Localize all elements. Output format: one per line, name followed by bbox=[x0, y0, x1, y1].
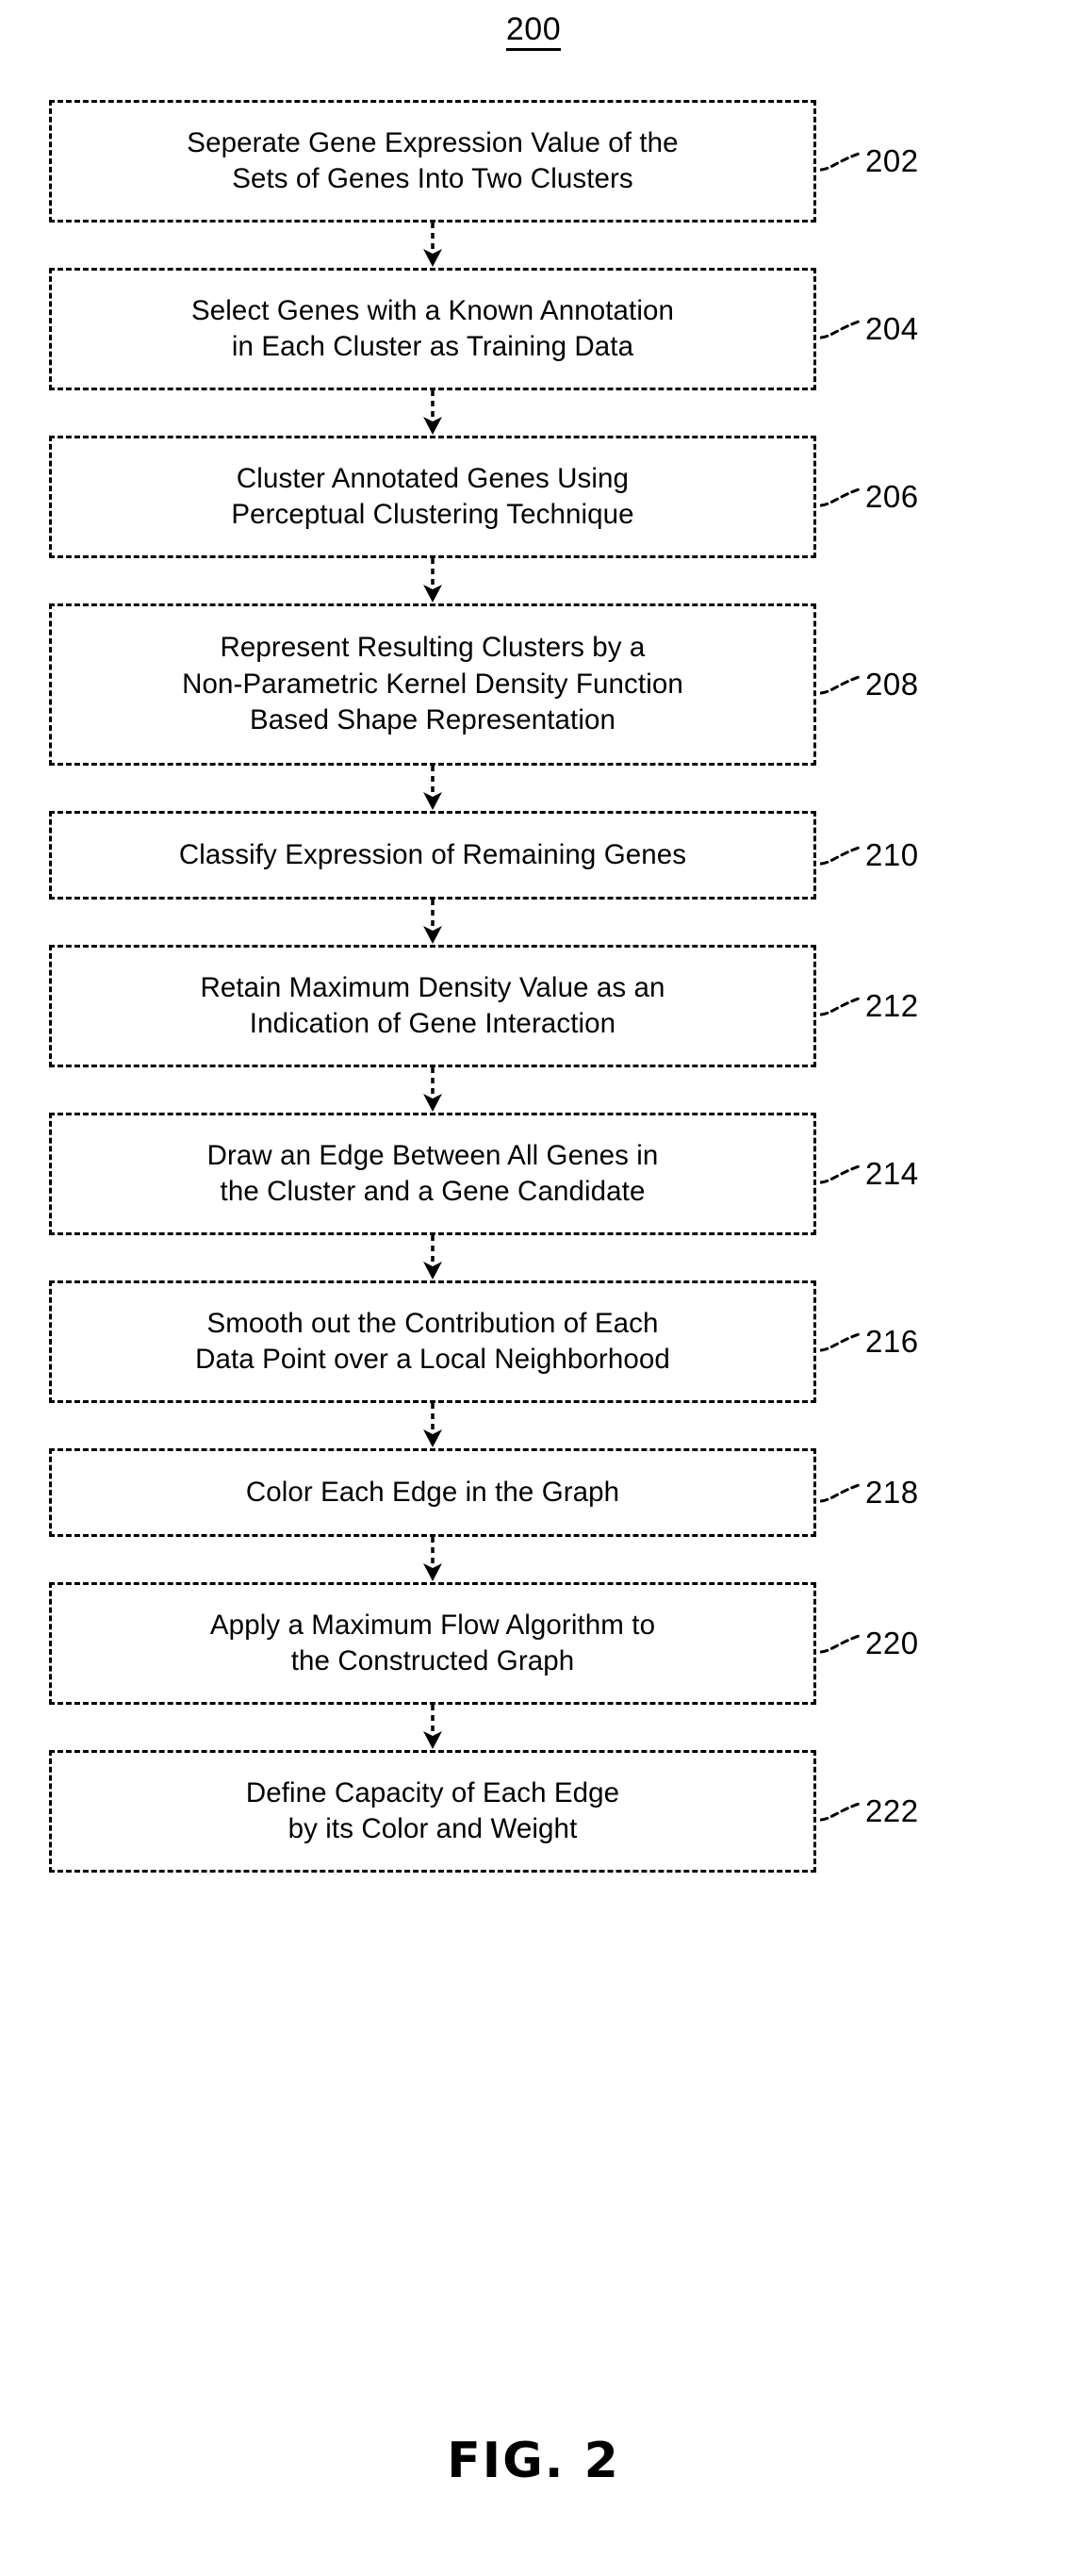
figure-caption-label: FIG. 2 bbox=[447, 2433, 620, 2489]
flow-step-box[interactable]: Seperate Gene Expression Value of the Se… bbox=[49, 100, 816, 223]
flow-step-reference: 222 bbox=[820, 1795, 919, 1827]
leader-line-icon bbox=[820, 839, 863, 871]
diagram-reference-number: 200 bbox=[0, 12, 1067, 51]
flow-step: Select Genes with a Known Annotation in … bbox=[49, 268, 918, 390]
leader-line-icon bbox=[820, 1326, 863, 1358]
leader-line-icon bbox=[820, 145, 863, 177]
flow-step-box[interactable]: Cluster Annotated Genes Using Perceptual… bbox=[49, 436, 816, 558]
leader-line-icon bbox=[820, 481, 863, 513]
flowchart: Seperate Gene Expression Value of the Se… bbox=[49, 100, 918, 1873]
flow-step-label: Smooth out the Contribution of Each Data… bbox=[195, 1307, 670, 1375]
flow-step-reference: 218 bbox=[820, 1477, 919, 1509]
flow-step-box[interactable]: Retain Maximum Density Value as an Indic… bbox=[49, 945, 816, 1067]
leader-line-icon bbox=[820, 990, 863, 1022]
flow-step-reference-number: 216 bbox=[865, 1323, 919, 1359]
flow-step-box[interactable]: Apply a Maximum Flow Algorithm to the Co… bbox=[49, 1582, 816, 1705]
flow-step: Seperate Gene Expression Value of the Se… bbox=[49, 100, 918, 223]
flow-step: Smooth out the Contribution of Each Data… bbox=[49, 1280, 918, 1403]
flow-step-reference-number: 218 bbox=[865, 1474, 919, 1510]
flow-step-reference: 204 bbox=[820, 313, 919, 345]
flow-step-box[interactable]: Represent Resulting Clusters by a Non-Pa… bbox=[49, 603, 816, 766]
flow-step-box[interactable]: Draw an Edge Between All Genes in the Cl… bbox=[49, 1113, 816, 1235]
flow-connector-arrow-icon bbox=[49, 1403, 816, 1448]
flow-step-reference-number: 214 bbox=[865, 1155, 919, 1191]
flow-step-reference: 212 bbox=[820, 990, 919, 1022]
leader-line-icon bbox=[820, 1158, 863, 1190]
flow-step-label: Retain Maximum Density Value as an Indic… bbox=[200, 971, 665, 1039]
flow-step-reference-number: 210 bbox=[865, 836, 919, 872]
flow-step-box[interactable]: Smooth out the Contribution of Each Data… bbox=[49, 1280, 816, 1403]
flow-step-box[interactable]: Select Genes with a Known Annotation in … bbox=[49, 268, 816, 390]
flow-step-label: Define Capacity of Each Edge by its Colo… bbox=[245, 1776, 620, 1844]
flow-step-label: Apply a Maximum Flow Algorithm to the Co… bbox=[209, 1609, 656, 1676]
flow-connector-arrow-icon bbox=[49, 766, 816, 811]
leader-line-icon bbox=[820, 1477, 863, 1509]
leader-line-icon bbox=[820, 1795, 863, 1827]
flow-step-reference: 206 bbox=[820, 481, 919, 513]
flow-connector-arrow-icon bbox=[49, 1705, 816, 1750]
flow-step-label: Classify Expression of Remaining Genes bbox=[178, 838, 687, 870]
flow-connector-arrow-icon bbox=[49, 223, 816, 268]
leader-line-icon bbox=[820, 1627, 863, 1660]
diagram-reference-number-label: 200 bbox=[505, 12, 562, 51]
flow-connector-arrow-icon bbox=[49, 1235, 816, 1280]
flow-step: Draw an Edge Between All Genes in the Cl… bbox=[49, 1113, 918, 1235]
flow-step-reference: 220 bbox=[820, 1627, 919, 1660]
flow-step: Apply a Maximum Flow Algorithm to the Co… bbox=[49, 1582, 918, 1705]
flow-step-reference: 208 bbox=[820, 669, 919, 701]
flow-step-label: Represent Resulting Clusters by a Non-Pa… bbox=[182, 632, 683, 736]
flow-step-reference-number: 206 bbox=[865, 478, 919, 514]
flow-step: Color Each Edge in the Graph 218 bbox=[49, 1448, 918, 1537]
flow-connector-arrow-icon bbox=[49, 558, 816, 603]
flow-connector-arrow-icon bbox=[49, 1537, 816, 1582]
flow-step-label: Draw an Edge Between All Genes in the Cl… bbox=[206, 1139, 659, 1207]
flow-step-label: Seperate Gene Expression Value of the Se… bbox=[187, 126, 679, 194]
flow-step-label: Select Genes with a Known Annotation in … bbox=[191, 294, 674, 362]
flow-step-reference: 210 bbox=[820, 839, 919, 871]
flow-step-reference-number: 222 bbox=[865, 1792, 919, 1828]
flow-step-box[interactable]: Color Each Edge in the Graph bbox=[49, 1448, 816, 1537]
leader-line-icon bbox=[820, 669, 863, 701]
flow-step: Cluster Annotated Genes Using Perceptual… bbox=[49, 436, 918, 558]
flow-connector-arrow-icon bbox=[49, 390, 816, 436]
flow-step-reference-number: 212 bbox=[865, 987, 919, 1023]
flow-step-reference-number: 204 bbox=[865, 310, 919, 346]
flow-step-reference-number: 202 bbox=[865, 142, 919, 178]
flow-connector-arrow-icon bbox=[49, 1067, 816, 1113]
flow-step-reference: 216 bbox=[820, 1326, 919, 1358]
leader-line-icon bbox=[820, 313, 863, 345]
flow-step-box[interactable]: Classify Expression of Remaining Genes bbox=[49, 811, 816, 900]
flow-step: Classify Expression of Remaining Genes 21… bbox=[49, 811, 918, 900]
flow-step-label: Color Each Edge in the Graph bbox=[245, 1476, 620, 1508]
flow-step-label: Cluster Annotated Genes Using Perceptual… bbox=[231, 462, 634, 530]
flow-step: Represent Resulting Clusters by a Non-Pa… bbox=[49, 603, 918, 766]
flow-step-reference-number: 220 bbox=[865, 1625, 919, 1660]
flow-step-reference: 214 bbox=[820, 1158, 919, 1190]
flow-step-reference: 202 bbox=[820, 145, 919, 177]
flow-step-box[interactable]: Define Capacity of Each Edge by its Colo… bbox=[49, 1750, 816, 1873]
flow-connector-arrow-icon bbox=[49, 900, 816, 945]
figure-caption: FIG. 2 bbox=[0, 2433, 1067, 2489]
flow-step: Define Capacity of Each Edge by its Colo… bbox=[49, 1750, 918, 1873]
flow-step: Retain Maximum Density Value as an Indic… bbox=[49, 945, 918, 1067]
flow-step-reference-number: 208 bbox=[865, 666, 919, 702]
